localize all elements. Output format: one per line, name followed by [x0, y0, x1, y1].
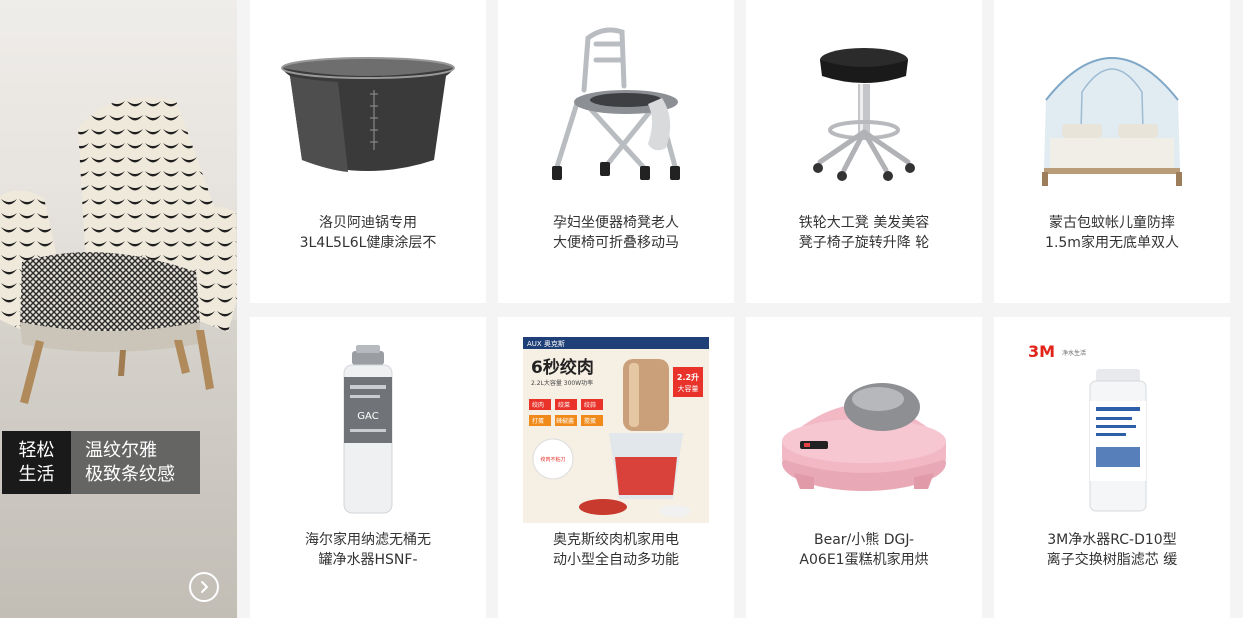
product-name-line2: A06E1蛋糕机家用烘	[799, 552, 929, 568]
product-name-line1: 洛贝阿迪锅专用	[319, 215, 417, 231]
product-image-commode-chair	[552, 27, 680, 180]
product-name-line1: Bear/小熊 DGJ-	[813, 532, 915, 548]
aux-chip: 搅蛋	[584, 417, 596, 425]
chevron-right-icon	[201, 581, 208, 593]
product-card[interactable]: GAC 海尔家用纳滤无桶无 罐净水器HSNF-	[250, 317, 486, 618]
armchair-photo	[0, 97, 237, 618]
aux-chip: 辣椒酱	[556, 417, 574, 425]
product-name-line1: 3M净水器RC-D10型	[1047, 532, 1177, 548]
product-image-cake-maker	[782, 383, 946, 491]
aux-sticker: 绞肉不粘刀	[540, 456, 565, 463]
product-name-line1: 铁轮大工凳 美发美容	[798, 215, 930, 231]
product-name-line2: 1.5m家用无底单双人	[1045, 235, 1179, 251]
3m-logo: 3M	[1028, 342, 1055, 361]
aux-chip: 绞蒜	[584, 401, 596, 409]
product-card[interactable]: 洛贝阿迪锅专用 3L4L5L6L健康涂层不	[250, 0, 486, 303]
product-name[interactable]: 3M净水器RC-D10型 离子交换树脂滤芯 缓	[1010, 530, 1214, 570]
product-image-rice-cooker-pot	[281, 57, 455, 172]
product-name[interactable]: 孕妇坐便器椅凳老人 大便椅可折叠移动马	[514, 213, 718, 253]
product-card[interactable]: 3M 净水生活 3M净水器RC-D10型 离子交换树脂滤芯 缓	[994, 317, 1230, 618]
product-card[interactable]: 孕妇坐便器椅凳老人 大便椅可折叠移动马	[498, 0, 734, 303]
product-card[interactable]: 蒙古包蚊帐儿童防摔 1.5m家用无底单双人	[994, 0, 1230, 303]
aux-chip: 绞肉	[532, 401, 544, 409]
product-name-line2: 凳子椅子旋转升降 轮	[798, 235, 930, 251]
aux-chip: 绞菜	[558, 401, 570, 409]
product-name-line2: 离子交换树脂滤芯 缓	[1046, 552, 1178, 568]
product-image-meat-grinder: AUX 奥克斯 6秒绞肉 2.2L大容量 300W功率 绞肉 绞菜 绞蒜 打蛋 …	[523, 337, 709, 523]
product-card[interactable]: 铁轮大工凳 美发美容 凳子椅子旋转升降 轮	[746, 0, 982, 303]
product-name-line2: 罐净水器HSNF-	[318, 552, 418, 568]
banner-more-button[interactable]	[189, 572, 219, 602]
product-name[interactable]: Bear/小熊 DGJ- A06E1蛋糕机家用烘	[762, 530, 966, 570]
banner-tag-secondary: 温纹尔雅 极致条纹感	[71, 431, 200, 494]
product-name-line2: 大便椅可折叠移动马	[553, 235, 679, 251]
product-name[interactable]: 海尔家用纳滤无桶无 罐净水器HSNF-	[266, 530, 470, 570]
banner-tag-secondary-line1: 温纹尔雅	[85, 439, 157, 461]
aux-badge-line1: 2.2升	[677, 372, 699, 382]
product-name-line1: 蒙古包蚊帐儿童防摔	[1049, 215, 1175, 231]
product-name-line1: 孕妇坐便器椅凳老人	[553, 215, 679, 231]
aux-badge-line2: 大容量	[678, 384, 699, 393]
product-name[interactable]: 铁轮大工凳 美发美容 凳子椅子旋转升降 轮	[762, 213, 966, 253]
banner-tag-primary: 轻松 生活	[2, 431, 71, 494]
product-name-line2: 3L4L5L6L健康涂层不	[299, 235, 437, 251]
product-name-line2: 动小型全自动多功能	[553, 552, 679, 568]
product-image-mosquito-net	[1042, 57, 1182, 186]
banner-tag-primary-line2: 生活	[18, 463, 55, 485]
filter-label: GAC	[357, 411, 378, 422]
product-name[interactable]: 洛贝阿迪锅专用 3L4L5L6L健康涂层不	[266, 213, 470, 253]
banner-tag-primary-line1: 轻松	[18, 439, 55, 461]
product-name-line1: 海尔家用纳滤无桶无	[305, 532, 431, 548]
product-name-line1: 奥克斯绞肉机家用电	[553, 532, 679, 548]
product-image-haier-filter: GAC	[343, 345, 393, 514]
product-name[interactable]: 蒙古包蚊帐儿童防摔 1.5m家用无底单双人	[1010, 213, 1214, 253]
product-name[interactable]: 奥克斯绞肉机家用电 动小型全自动多功能	[514, 530, 718, 570]
aux-subline: 2.2L大容量 300W功率	[531, 379, 593, 387]
product-image-3m-filter: 3M 净水生活	[1028, 342, 1147, 512]
aux-headline: 6秒绞肉	[531, 357, 594, 378]
banner-tag-secondary-line2: 极致条纹感	[85, 463, 175, 485]
aux-chip: 打蛋	[532, 417, 544, 425]
aux-brand: AUX 奥克斯	[527, 339, 565, 348]
3m-tagline: 净水生活	[1062, 349, 1086, 357]
product-card[interactable]: AUX 奥克斯 6秒绞肉 2.2L大容量 300W功率 绞肉 绞菜 绞蒜 打蛋 …	[498, 317, 734, 618]
promo-banner[interactable]: 轻松 生活 温纹尔雅 极致条纹感	[0, 0, 237, 618]
product-card[interactable]: Bear/小熊 DGJ- A06E1蛋糕机家用烘	[746, 317, 982, 618]
product-image-salon-stool	[813, 48, 915, 181]
